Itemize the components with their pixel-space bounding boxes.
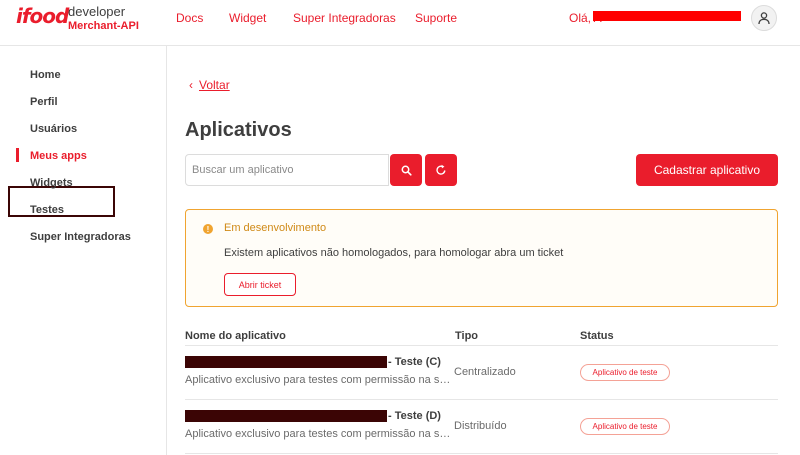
app-type: Centralizado — [454, 366, 516, 378]
column-header-name: Nome do aplicativo — [185, 330, 286, 342]
sidebar-item-testes[interactable]: Testes — [30, 204, 64, 216]
redacted-app-name — [185, 410, 387, 422]
nav-super-integradoras[interactable]: Super Integradoras — [293, 11, 396, 25]
user-icon — [758, 12, 770, 25]
refresh-icon — [436, 164, 446, 175]
back-label: Voltar — [199, 78, 230, 92]
app-description: Aplicativo exclusivo para testes com per… — [185, 374, 453, 386]
column-header-status: Status — [580, 330, 614, 342]
redacted-app-name — [185, 356, 387, 368]
active-indicator — [16, 148, 19, 162]
nav-suporte[interactable]: Suporte — [415, 11, 457, 25]
app-type: Distribuído — [454, 420, 507, 432]
column-header-type: Tipo — [455, 330, 479, 342]
sidebar-item-perfil[interactable]: Perfil — [30, 96, 58, 108]
table-row[interactable]: - Teste (D) Aplicativo exclusivo para te… — [185, 400, 778, 454]
app-name-suffix: - Teste (C) — [388, 356, 441, 368]
brand-developer: developer — [68, 4, 126, 19]
page-title: Aplicativos — [185, 119, 292, 141]
chevron-left-icon: ‹ — [189, 78, 193, 92]
sidebar-item-home[interactable]: Home — [30, 69, 61, 81]
alert-text: Existem aplicativos não homologados, par… — [224, 247, 564, 259]
warning-icon: ! — [203, 224, 213, 234]
sidebar-item-meus-apps[interactable]: Meus apps — [30, 150, 87, 162]
redacted-username — [593, 11, 741, 21]
register-app-button[interactable]: Cadastrar aplicativo — [636, 154, 778, 186]
nav-docs[interactable]: Docs — [176, 11, 203, 25]
sidebar-item-usuarios[interactable]: Usuários — [30, 123, 77, 135]
open-ticket-button[interactable]: Abrir ticket — [224, 273, 296, 296]
app-description: Aplicativo exclusivo para testes com per… — [185, 428, 453, 440]
refresh-button[interactable] — [425, 154, 457, 186]
top-header: ifood developer Merchant-API Docs Widget… — [0, 0, 800, 46]
sidebar-item-widgets[interactable]: Widgets — [30, 177, 73, 189]
brand-merchant-api: Merchant-API — [68, 20, 139, 32]
ifood-logo[interactable]: ifood — [16, 4, 69, 28]
table-row[interactable]: - Teste (C) Aplicativo exclusivo para te… — [185, 346, 778, 400]
app-name-suffix: - Teste (D) — [388, 410, 441, 422]
sidebar: Home Perfil Usuários Meus apps Widgets T… — [0, 46, 167, 455]
search-input[interactable] — [185, 154, 389, 186]
status-badge: Aplicativo de teste — [580, 418, 670, 435]
alert-title: Em desenvolvimento — [224, 222, 327, 234]
search-button[interactable] — [390, 154, 422, 186]
status-badge: Aplicativo de teste — [580, 364, 670, 381]
back-link[interactable]: ‹ Voltar — [189, 78, 230, 92]
development-alert: ! Em desenvolvimento Existem aplicativos… — [185, 209, 778, 307]
search-icon — [401, 165, 412, 176]
nav-widget[interactable]: Widget — [229, 11, 266, 25]
user-avatar-button[interactable] — [751, 5, 777, 31]
sidebar-item-super-integradoras[interactable]: Super Integradoras — [30, 231, 131, 243]
